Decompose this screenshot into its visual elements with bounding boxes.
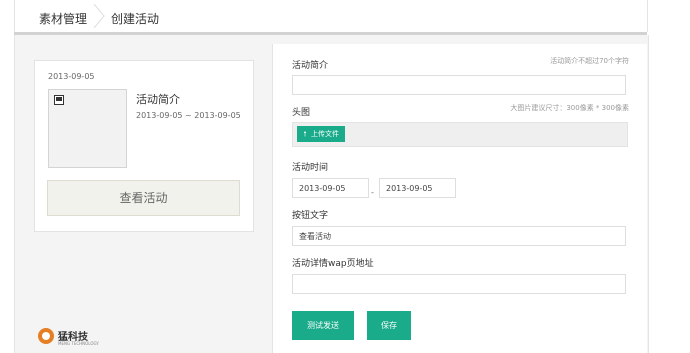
wap-url-input[interactable] [292,274,626,294]
brand-logo-icon [38,328,54,344]
cover-label: 头图 [292,108,311,118]
image-icon [54,95,64,105]
upload-arrow-icon: 🠕 [303,130,307,138]
button-text-label: 按钮文字 [292,211,329,221]
breadcrumb: 素材管理 创建活动 [14,0,648,32]
button-text-input[interactable]: 查看活动 [292,226,626,246]
upload-file-label: 上传文件 [311,130,339,138]
cover-upload-area: 🠕 上传文件 [292,122,628,147]
save-button[interactable]: 保存 [367,311,411,340]
activity-time-label: 活动时间 [292,163,329,173]
upload-file-button[interactable]: 🠕 上传文件 [297,126,345,142]
end-date-input[interactable]: 2013-09-05 [379,178,456,198]
activity-preview-card: 2013-09-05 活动简介 2013-09-05 ~ 2013-09-05 … [34,60,254,232]
breadcrumb-item-material-management[interactable]: 素材管理 [39,10,87,27]
preview-title: 活动简介 [136,93,180,106]
breadcrumb-item-create-activity: 创建活动 [111,12,160,26]
view-activity-button[interactable]: 查看活动 [47,180,240,216]
activity-form: 活动简介 活动简介不超过70个字符 头图 大图片建议尺寸：300像素 * 300… [272,44,647,353]
summary-hint: 活动简介不超过70个字符 [550,57,629,65]
preview-date-range: 2013-09-05 ~ 2013-09-05 [136,111,241,120]
summary-label: 活动简介 [292,61,329,71]
chevron-right-icon [93,4,105,28]
brand-logo: 猛科技 MENG TECHNOLOGY [38,328,108,348]
summary-input[interactable] [292,75,626,95]
wap-url-label: 活动详情wap页地址 [292,259,374,269]
cover-hint: 大图片建议尺寸：300像素 * 300像素 [510,104,629,112]
start-date-input[interactable]: 2013-09-05 [292,178,369,198]
test-send-button[interactable]: 测试发送 [292,311,354,340]
brand-tagline: MENG TECHNOLOGY [58,341,99,346]
preview-thumbnail [48,89,127,168]
date-separator: - [371,188,374,197]
preview-date: 2013-09-05 [48,72,95,81]
